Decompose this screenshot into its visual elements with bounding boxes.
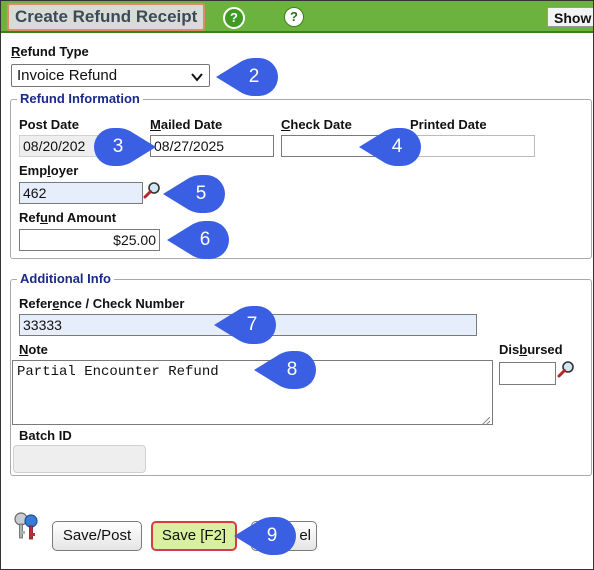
disbursed-magnifier-icon[interactable] bbox=[557, 360, 575, 378]
printed-date-field bbox=[410, 135, 535, 157]
mailed-date-field[interactable]: 08/27/2025 bbox=[150, 135, 274, 157]
employer-label: Employer bbox=[19, 163, 79, 178]
refund-type-select[interactable]: Invoice Refund bbox=[11, 64, 210, 87]
callout-marker-6: 6 bbox=[167, 221, 229, 259]
callout-marker-3: 3 bbox=[94, 128, 156, 166]
save-button[interactable]: Save [F2] bbox=[151, 521, 237, 551]
callout-marker-8: 8 bbox=[254, 351, 316, 389]
mailed-date-label: Mailed Date bbox=[150, 117, 223, 132]
post-date-label: Post Date bbox=[19, 117, 79, 132]
window-title: Create Refund Receipt bbox=[7, 3, 206, 31]
reference-label: Reference / Check Number bbox=[19, 296, 185, 311]
batch-id-field bbox=[13, 445, 146, 473]
help-icon[interactable]: ? bbox=[223, 7, 245, 29]
magnifier-icon[interactable] bbox=[143, 181, 161, 199]
employer-field[interactable]: 462 bbox=[19, 182, 143, 204]
additional-info-legend: Additional Info bbox=[17, 271, 114, 286]
note-textarea[interactable]: Partial Encounter Refund bbox=[12, 360, 493, 426]
callout-marker-7: 7 bbox=[214, 306, 276, 344]
refund-information-legend: Refund Information bbox=[17, 91, 143, 106]
refund-type-label: Refund Type bbox=[11, 44, 89, 59]
callout-marker-4: 4 bbox=[359, 128, 421, 166]
chevron-down-icon bbox=[191, 69, 203, 90]
resize-handle-icon[interactable] bbox=[481, 414, 491, 426]
help-icon-secondary[interactable]: ? bbox=[284, 7, 304, 27]
refund-amount-field[interactable]: $25.00 bbox=[19, 229, 160, 251]
callout-marker-5: 5 bbox=[163, 175, 225, 213]
disbursed-label: Disbursed bbox=[499, 342, 563, 357]
printed-date-label: Printed Date bbox=[410, 117, 487, 132]
disbursed-field[interactable] bbox=[499, 362, 556, 385]
refund-amount-label: Refund Amount bbox=[19, 210, 117, 225]
callout-marker-9: 9 bbox=[234, 517, 296, 555]
note-label: Note bbox=[19, 342, 48, 357]
callout-marker-2: 2 bbox=[216, 58, 278, 96]
note-text: Partial Encounter Refund bbox=[17, 364, 219, 380]
keys-icon[interactable] bbox=[12, 509, 42, 545]
refund-receipt-window: Create Refund Receipt ? ? Show Refund Ty… bbox=[0, 0, 594, 570]
refund-type-value: Invoice Refund bbox=[17, 67, 118, 84]
post-date-field: 08/20/202 bbox=[19, 135, 99, 157]
check-date-label: Check Date bbox=[281, 117, 352, 132]
title-bar: Create Refund Receipt ? ? Show bbox=[1, 1, 593, 33]
show-button[interactable]: Show bbox=[547, 7, 593, 27]
save-post-button[interactable]: Save/Post bbox=[52, 521, 142, 551]
batch-id-label: Batch ID bbox=[19, 428, 72, 443]
